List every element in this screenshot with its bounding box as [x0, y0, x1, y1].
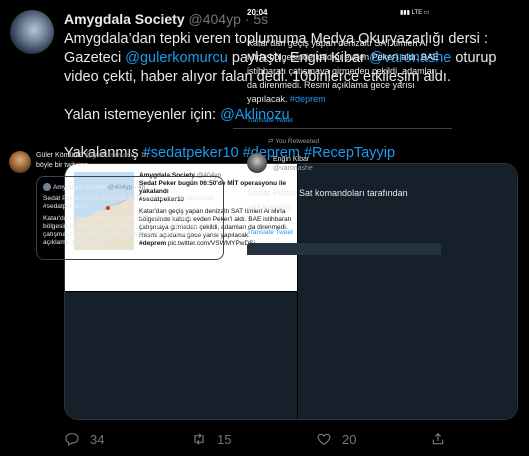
embedded-quote-line: Sedat Peker bugün 06:50'de MİT operasyon… — [43, 194, 215, 210]
tweet-actions: 34 15 20 — [64, 431, 516, 451]
retweet-icon — [194, 433, 204, 445]
embedded-name: Güler Kömürcü — [36, 152, 84, 159]
embedded-tweet-text: Katar'dan geçiş yapan denizaltı SAT timl… — [247, 36, 442, 106]
avatar — [247, 153, 267, 173]
retweet-label-text: You Retweeted — [275, 138, 319, 145]
embedded-tweet-header: Güler Kömürcü @gulerkomurcu · 1h — [36, 152, 149, 159]
translate-tweet-link: Translate Tweet — [247, 229, 293, 236]
like-count: 20 — [342, 431, 357, 447]
embedded-handle: @varonashe — [273, 165, 313, 172]
retweet-label: ⇄ You Retweeted — [268, 137, 319, 145]
reply-button[interactable]: 34 — [64, 431, 104, 447]
retweet-button[interactable]: 15 — [191, 431, 231, 447]
retweet-count: 15 — [217, 431, 232, 447]
tweet-header: Amygdala Society @404yp · 5s — [64, 11, 268, 27]
status-time: 20:04 — [247, 8, 268, 17]
embedded-tweet-text: böyle bir twit var; — [36, 162, 89, 169]
mention-link[interactable]: @gulerkomurcu — [125, 50, 228, 66]
embedded-handle: @gulerkomurcu · 1h — [85, 152, 149, 159]
embedded-tweet-text: Sedat Peker Sat komandoları tarafından y… — [247, 188, 408, 212]
tweet[interactable]: Amygdala Society @404yp · 5s Amygdala’da… — [0, 0, 529, 456]
reply-count: 34 — [90, 431, 105, 447]
heart-icon — [317, 433, 331, 446]
embedded-quote-paragraph: Katar'dan geçiş yapan denizaltı SAT timl… — [43, 214, 215, 246]
status-icons: ▮▮▮ LTE ▭ — [400, 10, 430, 16]
embedded-name: Engin Kibar — [273, 156, 310, 163]
embedded-tweet-header: Engin Kibar @varonashe — [273, 155, 313, 173]
embedded-media-preview — [247, 243, 441, 255]
share-icon — [432, 432, 444, 445]
translate-tweet-link: Translate Tweet — [247, 117, 293, 124]
embedded-text: Katar'dan geçiş yapan denizaltı SAT timl… — [247, 38, 439, 104]
embedded-quote-handle: @404yp · 4h — [107, 183, 146, 191]
avatar — [9, 151, 31, 173]
embedded-quote: Amygdala Society @404yp · 4h Sedat Peker… — [36, 176, 224, 260]
like-button[interactable]: 20 — [316, 431, 356, 447]
author-name[interactable]: Amygdala Society — [64, 11, 185, 27]
hashtag-link[interactable]: #sedatpeker10 — [143, 145, 239, 161]
media-image-bottom-left[interactable] — [65, 292, 297, 419]
embedded-hashtag: #deprem — [290, 94, 326, 104]
divider — [233, 128, 452, 129]
reply-icon — [65, 433, 79, 447]
embedded-quote-name: Amygdala Society — [53, 183, 106, 191]
share-button[interactable] — [430, 431, 446, 447]
author-handle[interactable]: @404yp — [189, 11, 241, 27]
avatar[interactable] — [10, 10, 54, 54]
avatar — [43, 183, 51, 191]
text-line: Yalan istemeyenler için: — [64, 107, 221, 123]
hashtag-link[interactable]: #RecepTayyip — [304, 145, 395, 161]
